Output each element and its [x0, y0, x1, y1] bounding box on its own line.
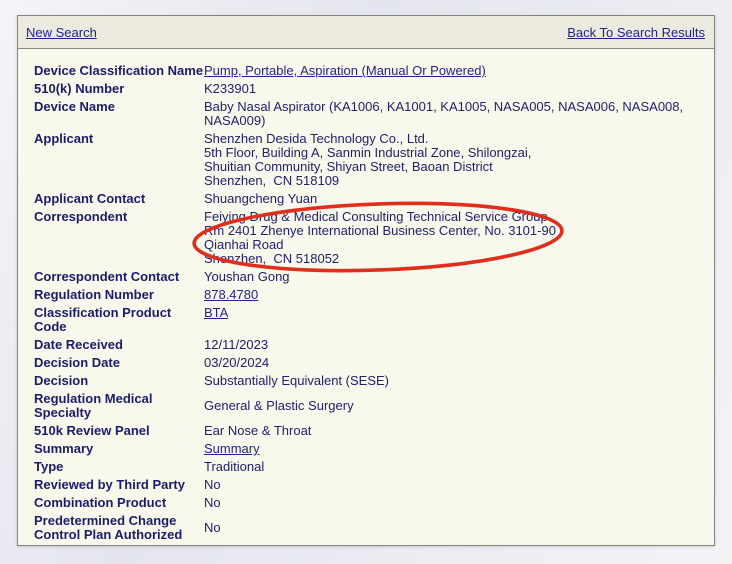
label-decision: Decision [34, 374, 204, 388]
value-correspondent-contact: Youshan Gong [204, 270, 290, 284]
label-decision-date: Decision Date [34, 356, 204, 370]
row-510k-number: 510(k) NumberK233901 [34, 80, 706, 98]
row-510k-review-panel: 510k Review PanelEar Nose & Throat [34, 422, 706, 440]
label-combination-product: Combination Product [34, 496, 204, 510]
value-reviewed-by-third-party: No [204, 478, 221, 492]
label-applicant: Applicant [34, 132, 204, 146]
value-correspondent: Feiying Drug & Medical Consulting Techni… [204, 210, 556, 266]
label-device-classification-name: Device Classification Name [34, 64, 204, 78]
value-predetermined-change-control-plan-authorized: No [204, 521, 221, 535]
label-510k-review-panel: 510k Review Panel [34, 424, 204, 438]
label-classification-product-code: Classification Product Code [34, 306, 204, 334]
value-510k-review-panel: Ear Nose & Throat [204, 424, 311, 438]
label-predetermined-change-control-plan-authorized: Predetermined Change Control Plan Author… [34, 514, 204, 542]
row-applicant-contact: Applicant ContactShuangcheng Yuan [34, 190, 706, 208]
value-type: Traditional [204, 460, 264, 474]
classification-product-code-link[interactable]: BTA [204, 305, 228, 320]
summary-link[interactable]: Summary [204, 441, 260, 456]
label-type: Type [34, 460, 204, 474]
row-classification-product-code: Classification Product CodeBTA [34, 304, 706, 336]
value-decision-date: 03/20/2024 [204, 356, 269, 370]
regulation-number-link[interactable]: 878.4780 [204, 287, 258, 302]
row-predetermined-change-control-plan-authorized: Predetermined Change Control Plan Author… [34, 512, 706, 544]
value-applicant-contact: Shuangcheng Yuan [204, 192, 317, 206]
row-type: TypeTraditional [34, 458, 706, 476]
label-510k-number: 510(k) Number [34, 82, 204, 96]
row-decision: DecisionSubstantially Equivalent (SESE) [34, 372, 706, 390]
row-summary: SummarySummary [34, 440, 706, 458]
value-summary: Summary [204, 442, 260, 456]
topbar: New Search Back To Search Results [18, 16, 714, 49]
label-regulation-medical-specialty: Regulation Medical Specialty [34, 392, 204, 420]
row-correspondent: CorrespondentFeiying Drug & Medical Cons… [34, 208, 706, 268]
row-decision-date: Decision Date03/20/2024 [34, 354, 706, 372]
value-510k-number: K233901 [204, 82, 256, 96]
page-background: New Search Back To Search Results Device… [0, 0, 732, 564]
row-device-classification-name: Device Classification NamePump, Portable… [34, 62, 706, 80]
value-regulation-medical-specialty: General & Plastic Surgery [204, 399, 354, 413]
label-correspondent: Correspondent [34, 210, 204, 224]
value-applicant: Shenzhen Desida Technology Co., Ltd. 5th… [204, 132, 531, 188]
row-reviewed-by-third-party: Reviewed by Third PartyNo [34, 476, 706, 494]
detail-panel: New Search Back To Search Results Device… [17, 15, 715, 546]
label-reviewed-by-third-party: Reviewed by Third Party [34, 478, 204, 492]
label-date-received: Date Received [34, 338, 204, 352]
back-to-search-results-link[interactable]: Back To Search Results [567, 25, 705, 40]
row-date-received: Date Received12/11/2023 [34, 336, 706, 354]
row-regulation-number: Regulation Number878.4780 [34, 286, 706, 304]
value-date-received: 12/11/2023 [204, 338, 268, 352]
new-search-link[interactable]: New Search [26, 25, 97, 40]
row-regulation-medical-specialty: Regulation Medical SpecialtyGeneral & Pl… [34, 390, 706, 422]
row-device-name: Device NameBaby Nasal Aspirator (KA1006,… [34, 98, 706, 130]
value-combination-product: No [204, 496, 221, 510]
value-classification-product-code: BTA [204, 306, 228, 320]
row-correspondent-contact: Correspondent ContactYoushan Gong [34, 268, 706, 286]
row-combination-product: Combination ProductNo [34, 494, 706, 512]
detail-table: Device Classification NamePump, Portable… [18, 49, 714, 544]
label-regulation-number: Regulation Number [34, 288, 204, 302]
value-device-name: Baby Nasal Aspirator (KA1006, KA1001, KA… [204, 100, 683, 128]
value-device-classification-name: Pump, Portable, Aspiration (Manual Or Po… [204, 64, 486, 78]
row-applicant: ApplicantShenzhen Desida Technology Co.,… [34, 130, 706, 190]
value-regulation-number: 878.4780 [204, 288, 258, 302]
device-classification-name-link[interactable]: Pump, Portable, Aspiration (Manual Or Po… [204, 63, 486, 78]
label-summary: Summary [34, 442, 204, 456]
label-applicant-contact: Applicant Contact [34, 192, 204, 206]
label-correspondent-contact: Correspondent Contact [34, 270, 204, 284]
value-decision: Substantially Equivalent (SESE) [204, 374, 389, 388]
label-device-name: Device Name [34, 100, 204, 114]
